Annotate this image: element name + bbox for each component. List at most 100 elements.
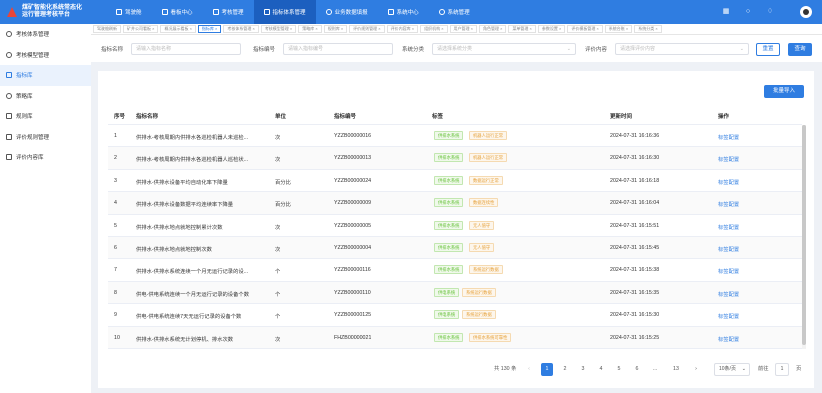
scrollbar-thumb[interactable] — [802, 125, 806, 345]
evaluation-content-label: 评价内容 — [585, 47, 608, 53]
sidebar-item-assessment-model[interactable]: 考核模型管理 — [0, 45, 91, 66]
tag-config-link[interactable]: 标签配置 — [718, 133, 739, 141]
clipboard-icon — [212, 9, 219, 15]
nav-item-data-report[interactable]: 业务数据填报 — [316, 0, 378, 24]
sidebar-item-rule-library[interactable]: 规则库 — [0, 106, 91, 127]
nav-item-cockpit[interactable]: 驾驶舱 — [106, 0, 152, 24]
row-index: 6 — [114, 244, 117, 251]
indicator-name-input[interactable]: 请输入指标名称 — [131, 43, 241, 55]
row-updated-time: 2024-07-31 16:15:25 — [610, 334, 660, 341]
sidebar-item-evaluation-content[interactable]: 评价内容库 — [0, 147, 91, 168]
row-unit: 百分比 — [275, 202, 291, 209]
row-index: 10 — [114, 334, 120, 341]
system-category-select[interactable]: 请选择系统分类 ⌄ — [432, 43, 576, 55]
sidebar: 考核体系管理 考核模型管理 指标库 策略库 规则库 评价规则管理 评价内容库 — [0, 24, 91, 393]
avatar[interactable] — [800, 6, 812, 18]
goto-label: 前往 — [758, 366, 769, 372]
tab-item[interactable]: 概况展示看板 × — [160, 25, 196, 33]
table-scrollbar[interactable] — [802, 125, 806, 349]
sidebar-item-evaluation-rules[interactable]: 评价规则管理 — [0, 127, 91, 148]
page-button-last[interactable]: 13 — [670, 363, 682, 376]
page-size-value: 10条/页 — [719, 366, 736, 372]
row-updated-time: 2024-07-31 16:16:36 — [610, 133, 660, 139]
tab-item[interactable]: 系统台账 × — [604, 25, 633, 33]
row-unit: 百分比 — [275, 179, 291, 186]
tab-item[interactable]: 评价规则管理 × — [349, 25, 385, 33]
sidebar-item-indicator-library[interactable]: 指标库 — [0, 65, 91, 86]
tab-item[interactable]: 用户管理 × — [449, 25, 477, 33]
tab-item[interactable]: 菜单管理 × — [508, 25, 536, 33]
row-index: 3 — [114, 177, 117, 184]
bell-icon[interactable]: ♢ — [766, 8, 774, 16]
app-logo[interactable]: 煤矿智能化系统常态化 运行管理考核平台 — [0, 0, 92, 24]
page-button[interactable]: 2 — [559, 363, 571, 376]
tag-config-link[interactable]: 标签配置 — [718, 290, 739, 298]
tag-config-link[interactable]: 标签配置 — [718, 200, 739, 208]
row-unit: 次 — [275, 336, 281, 343]
sidebar-item-strategy-library[interactable]: 策略库 — [0, 86, 91, 107]
page-button[interactable]: 6 — [631, 363, 643, 376]
tab-item[interactable]: 系统分类 × — [634, 25, 662, 33]
page-button[interactable]: 3 — [577, 363, 589, 376]
app-title: 煤矿智能化系统常态化 运行管理考核平台 — [22, 5, 83, 18]
row-name: 供排水-供排水设备平均自动化率下降量 — [136, 179, 228, 186]
row-tag-category: 机器人运行正常 — [469, 131, 508, 140]
table-row: 1 供排水-考核周期内供排水各巡检机器人未巡检... 次 YZZB0000001… — [108, 125, 802, 148]
tab-item[interactable]: 角色管理 × — [478, 25, 507, 33]
nav-item-system-center[interactable]: 系统中心 — [378, 0, 429, 24]
page-size-select[interactable]: 10条/页 ⌄ — [714, 363, 750, 376]
tag-config-link[interactable]: 标签配置 — [718, 267, 739, 275]
tab-item-active[interactable]: 指标库 × — [197, 25, 222, 33]
nav-item-indicator-system[interactable]: 指标体系管理 — [253, 0, 316, 24]
tag-config-link[interactable]: 标签配置 — [718, 178, 739, 186]
tab-item[interactable]: 组织机构 × — [420, 25, 448, 33]
pagination: 共 130 条 ‹ 1 2 3 4 5 6 … 13 › 10条/页 ⌄ 前往 1… — [98, 363, 814, 377]
next-page-button[interactable]: › — [690, 363, 702, 376]
nav-item-system-admin[interactable]: 系统管理 — [429, 0, 480, 24]
tag-config-link[interactable]: 标签配置 — [718, 155, 739, 163]
row-index: 4 — [114, 200, 117, 207]
tag-config-link[interactable]: 标签配置 — [718, 312, 739, 320]
tab-item[interactable]: 矿井公司看板 × — [123, 25, 159, 33]
row-code: YZZB00000005 — [334, 222, 372, 229]
search-icon[interactable]: ○ — [744, 8, 752, 16]
batch-import-button[interactable]: 批量导入 — [764, 85, 804, 98]
query-button[interactable]: 查询 — [788, 43, 812, 56]
tab-item[interactable]: 驾驶舱刷新 — [93, 25, 121, 33]
sidebar-item-assessment-system[interactable]: 考核体系管理 — [0, 24, 91, 45]
row-tag-system: 供排水系统 — [434, 131, 464, 140]
prev-page-button[interactable]: ‹ — [523, 363, 535, 376]
tab-item[interactable]: 考核模型管理 × — [260, 25, 297, 33]
page-button[interactable]: 5 — [613, 363, 625, 376]
page-button-current[interactable]: 1 — [541, 363, 553, 376]
nav-item-assessment[interactable]: 考核管理 — [203, 0, 254, 24]
table-row: 10 供排水-供排水系统无计划停机、排水次数 次 FHZB00000021 供排… — [108, 326, 802, 349]
row-tag-category: 数据连续性 — [469, 198, 499, 208]
tag-config-link[interactable]: 标签配置 — [718, 223, 739, 231]
row-code: YZZB00000024 — [334, 177, 372, 184]
tab-item[interactable]: 考核体系管理 × — [223, 25, 259, 33]
reset-button[interactable]: 重置 — [756, 43, 780, 56]
tag-config-link[interactable]: 标签配置 — [718, 335, 739, 343]
top-navigation-bar: 煤矿智能化系统常态化 运行管理考核平台 驾驶舱 看板中心 考核管理 指标体系管理… — [0, 0, 822, 24]
row-code: YZZB00000013 — [334, 155, 372, 162]
table-body: 1 供排水-考核周期内供排水各巡检机器人未巡检... 次 YZZB0000001… — [108, 125, 802, 349]
row-tag-category: 无人值守 — [469, 242, 495, 252]
page-ellipsis[interactable]: … — [649, 363, 661, 376]
tab-item[interactable]: 评价内容库 × — [386, 25, 419, 33]
row-index: 8 — [114, 289, 117, 296]
main-nav: 驾驶舱 看板中心 考核管理 指标体系管理 业务数据填报 系统中心 系统管理 — [106, 0, 480, 24]
tag-config-link[interactable]: 标签配置 — [718, 245, 739, 253]
goto-page-input[interactable]: 1 — [775, 363, 789, 376]
page-button[interactable]: 4 — [595, 363, 607, 376]
tab-item[interactable]: 参数设置 × — [537, 25, 566, 33]
nav-item-dashboard-center[interactable]: 看板中心 — [152, 0, 203, 24]
tab-item[interactable]: 规则库 × — [323, 25, 348, 33]
grid-icon[interactable]: ▦ — [722, 8, 730, 16]
tab-item[interactable]: 评价模板管理 × — [567, 25, 603, 33]
indicator-code-input[interactable]: 请输入指标编号 — [283, 43, 393, 55]
tab-item[interactable]: 策略库 × — [298, 25, 322, 33]
table-row: 5 供排水-供排水地点就地控制累计次数 次 YZZB00000005 供排水系统… — [108, 215, 802, 237]
table-row: 4 供排水-供排水设备数据平均连续率下降量 百分比 YZZB00000009 供… — [108, 192, 802, 215]
evaluation-content-select[interactable]: 请选择评价内容 ⌄ — [615, 43, 749, 55]
